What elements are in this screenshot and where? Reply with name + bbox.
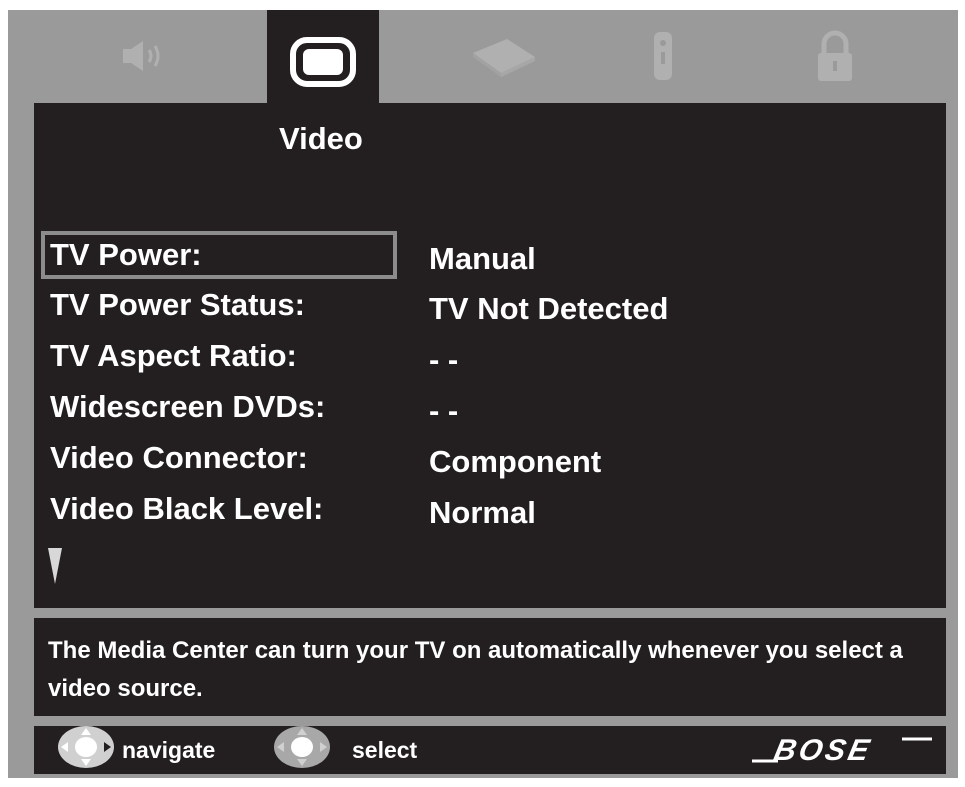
- setting-row-tv-power-status[interactable]: TV Power Status: TV Not Detected: [34, 281, 946, 331]
- setting-value: Normal: [429, 495, 536, 530]
- help-description-panel: The Media Center can turn your TV on aut…: [34, 618, 946, 716]
- tab-audio[interactable]: [88, 10, 198, 102]
- tab-video[interactable]: [267, 10, 379, 110]
- settings-panel: Video TV Power: Manual TV Power Status: …: [34, 103, 946, 608]
- speaker-icon: [119, 36, 167, 76]
- lock-icon: [815, 29, 855, 83]
- footer-bar: navigate select BOSE: [34, 726, 946, 774]
- bose-logo: BOSE: [752, 734, 932, 771]
- scroll-down-arrow-icon[interactable]: [48, 548, 62, 589]
- setting-label: Video Connector:: [50, 440, 308, 475]
- tab-lock[interactable]: [780, 10, 890, 102]
- setting-value: TV Not Detected: [429, 291, 669, 326]
- setting-value: - -: [429, 342, 459, 377]
- setting-label: Video Black Level:: [50, 491, 324, 526]
- dvd-player-icon: [467, 33, 539, 79]
- select-pad-icon: [272, 725, 338, 775]
- setting-label: TV Power:: [50, 237, 202, 272]
- bose-logo-text: BOSE: [771, 734, 875, 766]
- setting-row-video-black-level[interactable]: Video Black Level: Normal: [34, 485, 946, 535]
- remote-icon: [650, 30, 676, 82]
- tv-icon: [289, 36, 357, 93]
- setting-label: TV Aspect Ratio:: [50, 338, 297, 373]
- navigate-label: navigate: [122, 736, 216, 763]
- setting-label: Widescreen DVDs:: [50, 389, 326, 424]
- setting-row-tv-power[interactable]: TV Power: Manual: [34, 231, 946, 281]
- setting-row-widescreen-dvds[interactable]: Widescreen DVDs: - -: [34, 383, 946, 433]
- select-hint: select: [272, 726, 417, 774]
- navigate-hint: navigate: [56, 726, 215, 774]
- setting-label: TV Power Status:: [50, 287, 305, 322]
- tab-sources[interactable]: [448, 10, 558, 102]
- page-title: Video: [279, 121, 363, 156]
- help-description-text: The Media Center can turn your TV on aut…: [48, 637, 903, 702]
- setting-row-tv-aspect-ratio[interactable]: TV Aspect Ratio: - -: [34, 332, 946, 382]
- setting-value: Manual: [429, 241, 536, 276]
- navigate-pad-icon: [56, 725, 122, 775]
- setting-value: Component: [429, 444, 602, 479]
- settings-window: Video TV Power: Manual TV Power Status: …: [8, 10, 958, 778]
- tab-remote[interactable]: [608, 10, 718, 102]
- select-label: select: [352, 736, 418, 763]
- setting-value: - -: [429, 393, 459, 428]
- setting-row-video-connector[interactable]: Video Connector: Component: [34, 434, 946, 484]
